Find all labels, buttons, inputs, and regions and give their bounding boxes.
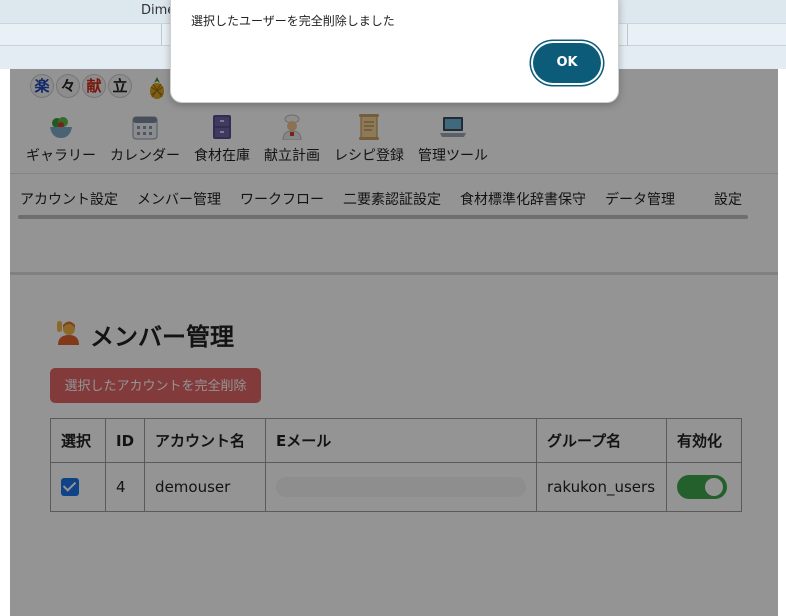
toolbar-separator [161,24,162,46]
alert-dialog: 選択したユーザーを完全削除しました OK [170,0,619,103]
ok-button[interactable]: OK [533,43,601,83]
dialog-message: 選択したユーザーを完全削除しました [191,14,395,28]
toolbar-separator [627,24,628,46]
modal-overlay [10,69,778,616]
